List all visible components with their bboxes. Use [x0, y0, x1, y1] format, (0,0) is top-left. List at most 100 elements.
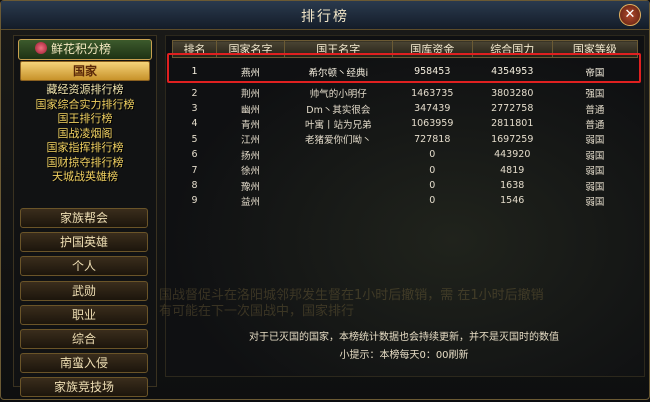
cell-treasury: 347439	[414, 103, 451, 115]
table-row[interactable]: 2 荆州 帅气的小明仔 1463735 3803280 强国	[173, 86, 638, 101]
cell-treasury: 1063959	[411, 118, 454, 130]
subitem-war-pavilion[interactable]: 国战凌烟阁	[20, 127, 150, 142]
cell-level: 弱国	[585, 181, 605, 193]
cell-nation: 徐州	[240, 166, 260, 178]
cell-level: 普通	[585, 119, 605, 131]
cell-nation: 燕州	[240, 67, 260, 79]
cell-treasury: 0	[429, 180, 436, 192]
cell-king: 希尔顿丶经典i	[308, 67, 369, 79]
cell-power: 3803280	[491, 87, 534, 99]
category-merit[interactable]: 武勋	[20, 280, 148, 301]
subitem-king-ranking[interactable]: 国王排行榜	[20, 112, 150, 127]
cell-king	[284, 178, 392, 193]
cell-power: 4819	[500, 164, 525, 176]
cell-level: 弱国	[585, 150, 605, 162]
col-power[interactable]: 综合国力	[471, 40, 553, 58]
category-overall[interactable]: 综合	[20, 328, 148, 349]
background-watermark-text: 国战督促斗在洛阳城邻邦发生督在1小时后撤销，需 在1小时后撤销有可能在下一次国战…	[159, 288, 544, 319]
cell-level: 弱国	[585, 135, 605, 147]
category-invasion[interactable]: 南蛮入侵	[20, 353, 148, 374]
cell-power: 4354953	[491, 66, 534, 78]
category-nation-hero[interactable]: 护国英雄	[20, 232, 148, 253]
close-button[interactable]: ✕	[619, 4, 641, 26]
cell-rank: 5	[191, 133, 198, 145]
cell-rank: 2	[191, 87, 198, 99]
cell-treasury: 727818	[414, 133, 451, 145]
cell-nation: 荆州	[240, 89, 260, 101]
category-profession[interactable]: 职业	[20, 304, 148, 325]
col-rank[interactable]: 排名	[171, 40, 218, 58]
leaderboard-window: 排行榜 ✕ 鲜花积分榜 国家 藏经资源排行榜 国家综合实力排行榜 国王排行榜 国…	[0, 0, 650, 400]
cell-level: 弱国	[585, 166, 605, 178]
cell-power: 1697259	[491, 133, 534, 145]
cell-king: 老猪爱你们呦丶	[305, 135, 372, 147]
ranking-table: 排名 国家名字 国王名字 国库资金 综合国力 国家等级 1 燕州 希尔顿丶经典i…	[171, 40, 639, 209]
cell-treasury: 0	[429, 149, 436, 161]
table-row[interactable]: 1 燕州 希尔顿丶经典i 958453 4354953 帝国	[173, 58, 638, 86]
cell-nation: 江州	[240, 135, 260, 147]
col-level[interactable]: 国家等级	[551, 40, 639, 58]
cell-king	[284, 147, 392, 162]
cell-power: 1546	[500, 195, 525, 207]
cell-power: 443920	[494, 149, 531, 161]
cell-treasury: 0	[429, 164, 436, 176]
cell-king: 叶寓丨站为兄弟	[305, 119, 372, 131]
cell-rank: 9	[191, 195, 198, 207]
subitem-city-hero[interactable]: 天城战英雄榜	[20, 170, 150, 185]
subitem-nation-strength[interactable]: 国家综合实力排行榜	[20, 98, 150, 113]
footer-note: 对于已灭国的国家，本榜统计数据也会持续更新，并不是灭国时的数值	[249, 332, 559, 343]
cell-nation: 幽州	[240, 104, 260, 116]
refresh-tip: 小提示：本榜每天0：00刷新	[339, 350, 469, 361]
flower-ranking-header[interactable]: 鲜花积分榜	[18, 39, 152, 60]
cell-nation: 扬州	[240, 150, 260, 162]
cell-treasury: 0	[429, 195, 436, 207]
ranking-board: 排名 国家名字 国王名字 国库资金 综合国力 国家等级 1 燕州 希尔顿丶经典i…	[165, 35, 645, 377]
category-personal[interactable]: 个人	[20, 256, 148, 277]
col-treasury[interactable]: 国库资金	[391, 40, 473, 58]
cell-rank: 6	[191, 149, 198, 161]
cell-rank: 7	[191, 164, 198, 176]
table-row[interactable]: 5 江州 老猪爱你们呦丶 727818 1697259 弱国	[173, 132, 638, 147]
cell-nation: 青州	[240, 119, 260, 131]
table-row[interactable]: 6 扬州 0 443920 弱国	[173, 147, 638, 162]
table-row[interactable]: 9 益州 0 1546 弱国	[173, 193, 638, 208]
subitem-plunder-ranking[interactable]: 国财掠夺排行榜	[20, 156, 150, 171]
cell-power: 2811801	[491, 118, 534, 130]
cell-rank: 4	[191, 118, 198, 130]
category-nation-tab[interactable]: 国家	[20, 61, 150, 81]
cell-treasury: 958453	[414, 66, 451, 78]
cell-level: 弱国	[585, 196, 605, 208]
cell-power: 2772758	[491, 103, 534, 115]
cell-king: 帅气的小明仔	[309, 89, 367, 101]
table-row[interactable]: 3 幽州 Dm丶其实很会 347439 2772758 普通	[173, 101, 638, 116]
cell-king	[284, 162, 392, 177]
window-title: 排行榜	[301, 9, 349, 25]
cell-nation: 豫州	[240, 181, 260, 193]
cell-treasury: 1463735	[411, 87, 454, 99]
table-row[interactable]: 7 徐州 0 4819 弱国	[173, 162, 638, 178]
category-button-list: 家族帮会 护国英雄 个人 武勋 职业 综合 南蛮入侵 家族竞技场	[20, 208, 148, 402]
col-nation-name[interactable]: 国家名字	[216, 40, 285, 58]
cell-nation: 益州	[240, 196, 260, 208]
col-king-name[interactable]: 国王名字	[283, 40, 393, 58]
table-row[interactable]: 8 豫州 0 1638 弱国	[173, 178, 638, 193]
cell-power: 1638	[500, 180, 525, 192]
table-header-row: 排名 国家名字 国王名字 国库资金 综合国力 国家等级	[171, 40, 639, 58]
cell-rank: 3	[191, 103, 198, 115]
category-family-arena[interactable]: 家族竞技场	[20, 377, 148, 398]
title-bar: 排行榜 ✕	[1, 1, 649, 30]
subitem-command-ranking[interactable]: 国家指挥排行榜	[20, 141, 150, 156]
flower-icon	[35, 42, 47, 54]
cell-king: Dm丶其实很会	[306, 104, 371, 116]
table-row[interactable]: 4 青州 叶寓丨站为兄弟 1063959 2811801 普通	[173, 116, 638, 131]
nation-subcategory-list: 藏经资源排行榜 国家综合实力排行榜 国王排行榜 国战凌烟阁 国家指挥排行榜 国财…	[20, 83, 150, 185]
cell-level: 帝国	[585, 67, 605, 79]
category-family-guild[interactable]: 家族帮会	[20, 208, 148, 228]
close-icon[interactable]: ✕	[625, 7, 636, 22]
cell-rank: 8	[191, 180, 198, 192]
flower-ranking-label: 鲜花积分榜	[51, 42, 112, 56]
cell-level: 普通	[585, 104, 605, 116]
cell-king	[284, 193, 392, 208]
cell-level: 强国	[585, 89, 605, 101]
subitem-collection-resource[interactable]: 藏经资源排行榜	[20, 83, 150, 98]
